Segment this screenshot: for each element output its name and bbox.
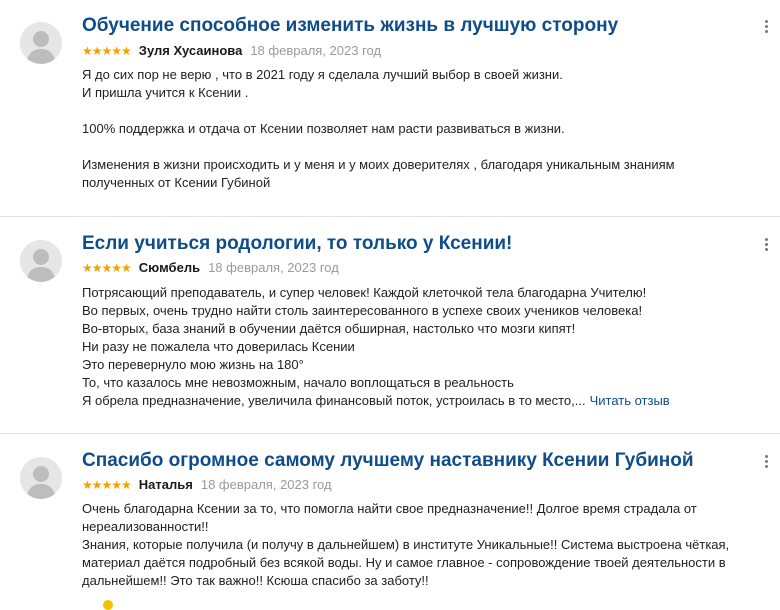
review-line: Я до сих пор не верю , что в 2021 году я…: [82, 67, 563, 82]
review-date: 18 февраля, 2023 год: [200, 477, 332, 492]
review-line: Это перевернуло мою жизнь на 180°: [82, 357, 304, 372]
review-divider: [0, 433, 780, 434]
review-meta: ★★★★★ Наталья 18 февраля, 2023 год: [82, 477, 332, 493]
review-line: Потрясающий преподаватель, и супер челов…: [82, 285, 647, 300]
avatar-icon: [20, 457, 62, 499]
rating-stars-icon: ★★★★★: [82, 44, 132, 58]
avatar-icon: [20, 22, 62, 64]
review-line: Во-вторых, база знаний в обучении даётся…: [82, 321, 576, 336]
review-line: материал даётся подробный без всякой вод…: [82, 555, 726, 570]
read-more-link[interactable]: Читать отзыв: [590, 393, 670, 408]
review-author: Сюмбель: [138, 260, 201, 275]
review-text: Очень благодарна Ксении за то, что помог…: [82, 500, 772, 590]
kebab-menu-icon[interactable]: [764, 238, 770, 256]
review-author: Наталья: [138, 477, 193, 492]
review-line: 100% поддержка и отдача от Ксении позвол…: [82, 121, 565, 136]
review-line: Знания, которые получила (и получу в дал…: [82, 537, 730, 552]
review-line-last: Я обрела предназначение, увеличила финан…: [82, 392, 772, 410]
kebab-menu-icon[interactable]: [764, 455, 770, 473]
review-line: дальнейшем!! Это так важно!! Ксюша спаси…: [82, 573, 429, 588]
kebab-menu-icon[interactable]: [764, 20, 770, 38]
review-date: 18 февраля, 2023 год: [208, 260, 339, 275]
review-author: Зуля Хусаинова: [138, 43, 243, 58]
review-meta: ★★★★★ Сюмбель 18 февраля, 2023 год: [82, 260, 339, 276]
review-line: Во первых, очень трудно найти столь заин…: [82, 303, 643, 318]
review-line: полученных от Ксении Губиной: [82, 175, 271, 190]
review-text: Потрясающий преподаватель, и супер челов…: [82, 284, 772, 410]
review-title[interactable]: Если учиться родологии, то только у Ксен…: [82, 233, 512, 255]
review-line: И пришла учится к Ксении .: [82, 85, 249, 100]
review-title[interactable]: Спасибо огромное самому лучшему наставни…: [82, 450, 694, 472]
rating-stars-icon: ★★★★★: [82, 261, 132, 275]
review-divider: [0, 216, 780, 217]
review-line: Я обрела предназначение, увеличила финан…: [82, 393, 586, 408]
review-line: Ни разу не пожалела что доверилась Ксени…: [82, 339, 355, 354]
avatar-icon: [20, 240, 62, 282]
review-line: Изменения в жизни происходить и у меня и…: [82, 157, 675, 172]
review-title[interactable]: Обучение способное изменить жизнь в лучш…: [82, 15, 618, 37]
review-line: То, что казалось мне невозможным, начало…: [82, 375, 514, 390]
review-text: Я до сих пор не верю , что в 2021 году я…: [82, 66, 772, 192]
review-date: 18 февраля, 2023 год: [250, 43, 382, 58]
review-meta: ★★★★★ Зуля Хусаинова 18 февраля, 2023 год: [82, 43, 381, 59]
review-line: нереализованности!!: [82, 519, 209, 534]
review-line: Очень благодарна Ксении за то, что помог…: [82, 501, 697, 516]
rating-stars-icon: ★★★★★: [82, 478, 132, 492]
partial-icon: [103, 600, 113, 610]
